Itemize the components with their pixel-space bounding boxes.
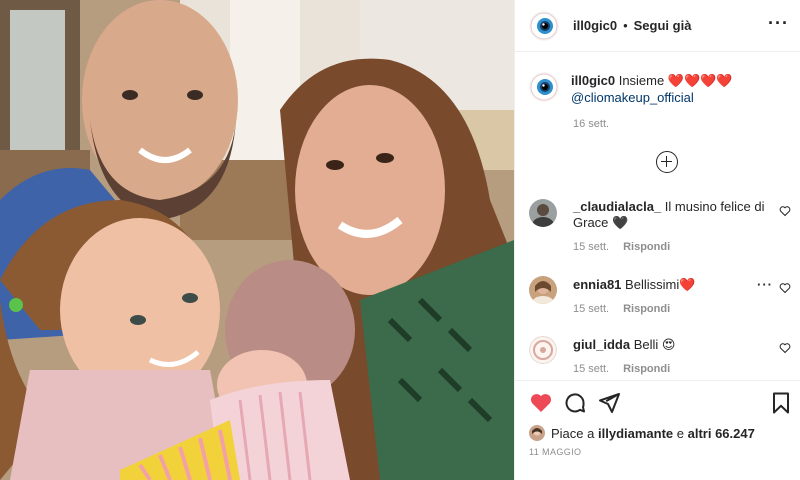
post-photo[interactable] (0, 0, 514, 480)
heart-outline-icon[interactable] (779, 342, 791, 354)
liked-by-prefix: Piace a (551, 425, 595, 441)
author-username[interactable]: ill0gic0 (573, 18, 617, 33)
post-header: ill0gic0 • Segui già ··· (515, 0, 800, 52)
author-avatar[interactable] (529, 10, 559, 41)
caption-username[interactable]: ill0gic0 (571, 73, 615, 88)
comment-text: giul_idda Belli 😍 (573, 337, 769, 353)
commenter-avatar[interactable] (529, 336, 557, 364)
caption-emoji: ❤️❤️❤️❤️ (667, 73, 733, 88)
comment-body: Bellissimi❤️ (625, 277, 696, 292)
heart-outline-icon[interactable] (779, 205, 791, 217)
heart-filled-icon[interactable] (529, 391, 553, 415)
liked-by-user[interactable]: illydiamante (598, 426, 673, 441)
more-horizontal-icon[interactable]: ··· (757, 278, 773, 291)
plus-circle-icon[interactable] (656, 151, 678, 173)
comment-time: 15 sett. (573, 303, 610, 315)
reply-button[interactable]: Rispondi (623, 303, 670, 315)
follow-button[interactable]: Segui già (634, 18, 692, 33)
comment-time: 15 sett. (573, 241, 610, 253)
post-caption: ill0gic0 Insieme ❤️❤️❤️❤️ @cliomakeup_of… (529, 72, 791, 130)
comment-text: ennia81 Bellissimi❤️ (573, 277, 769, 293)
caption-text: Insieme (618, 73, 665, 88)
likes-summary[interactable]: Piace a illydiamante e altri 66.247 (529, 425, 755, 441)
comment-body: Belli 😍 (633, 337, 676, 352)
commenter-avatar[interactable] (529, 199, 557, 227)
post-actions: Piace a illydiamante e altri 66.247 11 M… (515, 380, 800, 480)
caption-time: 16 sett. (573, 118, 610, 130)
comment-username[interactable]: _claudialacla_ (573, 199, 661, 214)
commenter-avatar[interactable] (529, 276, 557, 304)
caption-body: ill0gic0 Insieme ❤️❤️❤️❤️ @cliomakeup_of… (571, 72, 733, 106)
comment-time: 15 sett. (573, 363, 610, 375)
reply-button[interactable]: Rispondi (623, 241, 670, 253)
comment-meta: 15 sett. Rispondi (573, 241, 670, 253)
reply-button[interactable]: Rispondi (623, 363, 670, 375)
comment-meta: 15 sett. Rispondi (573, 363, 670, 375)
liked-by-join: e (676, 425, 684, 441)
caption-mention[interactable]: @cliomakeup_official (571, 89, 733, 106)
likes-count[interactable]: altri 66.247 (688, 426, 755, 441)
more-horizontal-icon[interactable]: ··· (768, 13, 789, 34)
comment-username[interactable]: ennia81 (573, 277, 621, 292)
bookmark-icon[interactable] (769, 391, 793, 415)
caption-author-avatar[interactable] (529, 72, 559, 102)
header-separator: • (623, 18, 628, 33)
liker-avatar[interactable] (529, 425, 545, 441)
post-sidebar: ill0gic0 • Segui già ··· ill0gic0 Insiem… (514, 0, 800, 480)
comment-username[interactable]: giul_idda (573, 337, 630, 352)
comment-icon[interactable] (563, 391, 587, 415)
heart-outline-icon[interactable] (779, 282, 791, 294)
comment-meta: 15 sett. Rispondi (573, 303, 670, 315)
share-icon[interactable] (597, 391, 621, 415)
comment-text: _claudialacla_ Il musino felice di Grace… (573, 199, 769, 231)
post-date: 11 MAGGIO (529, 447, 582, 457)
